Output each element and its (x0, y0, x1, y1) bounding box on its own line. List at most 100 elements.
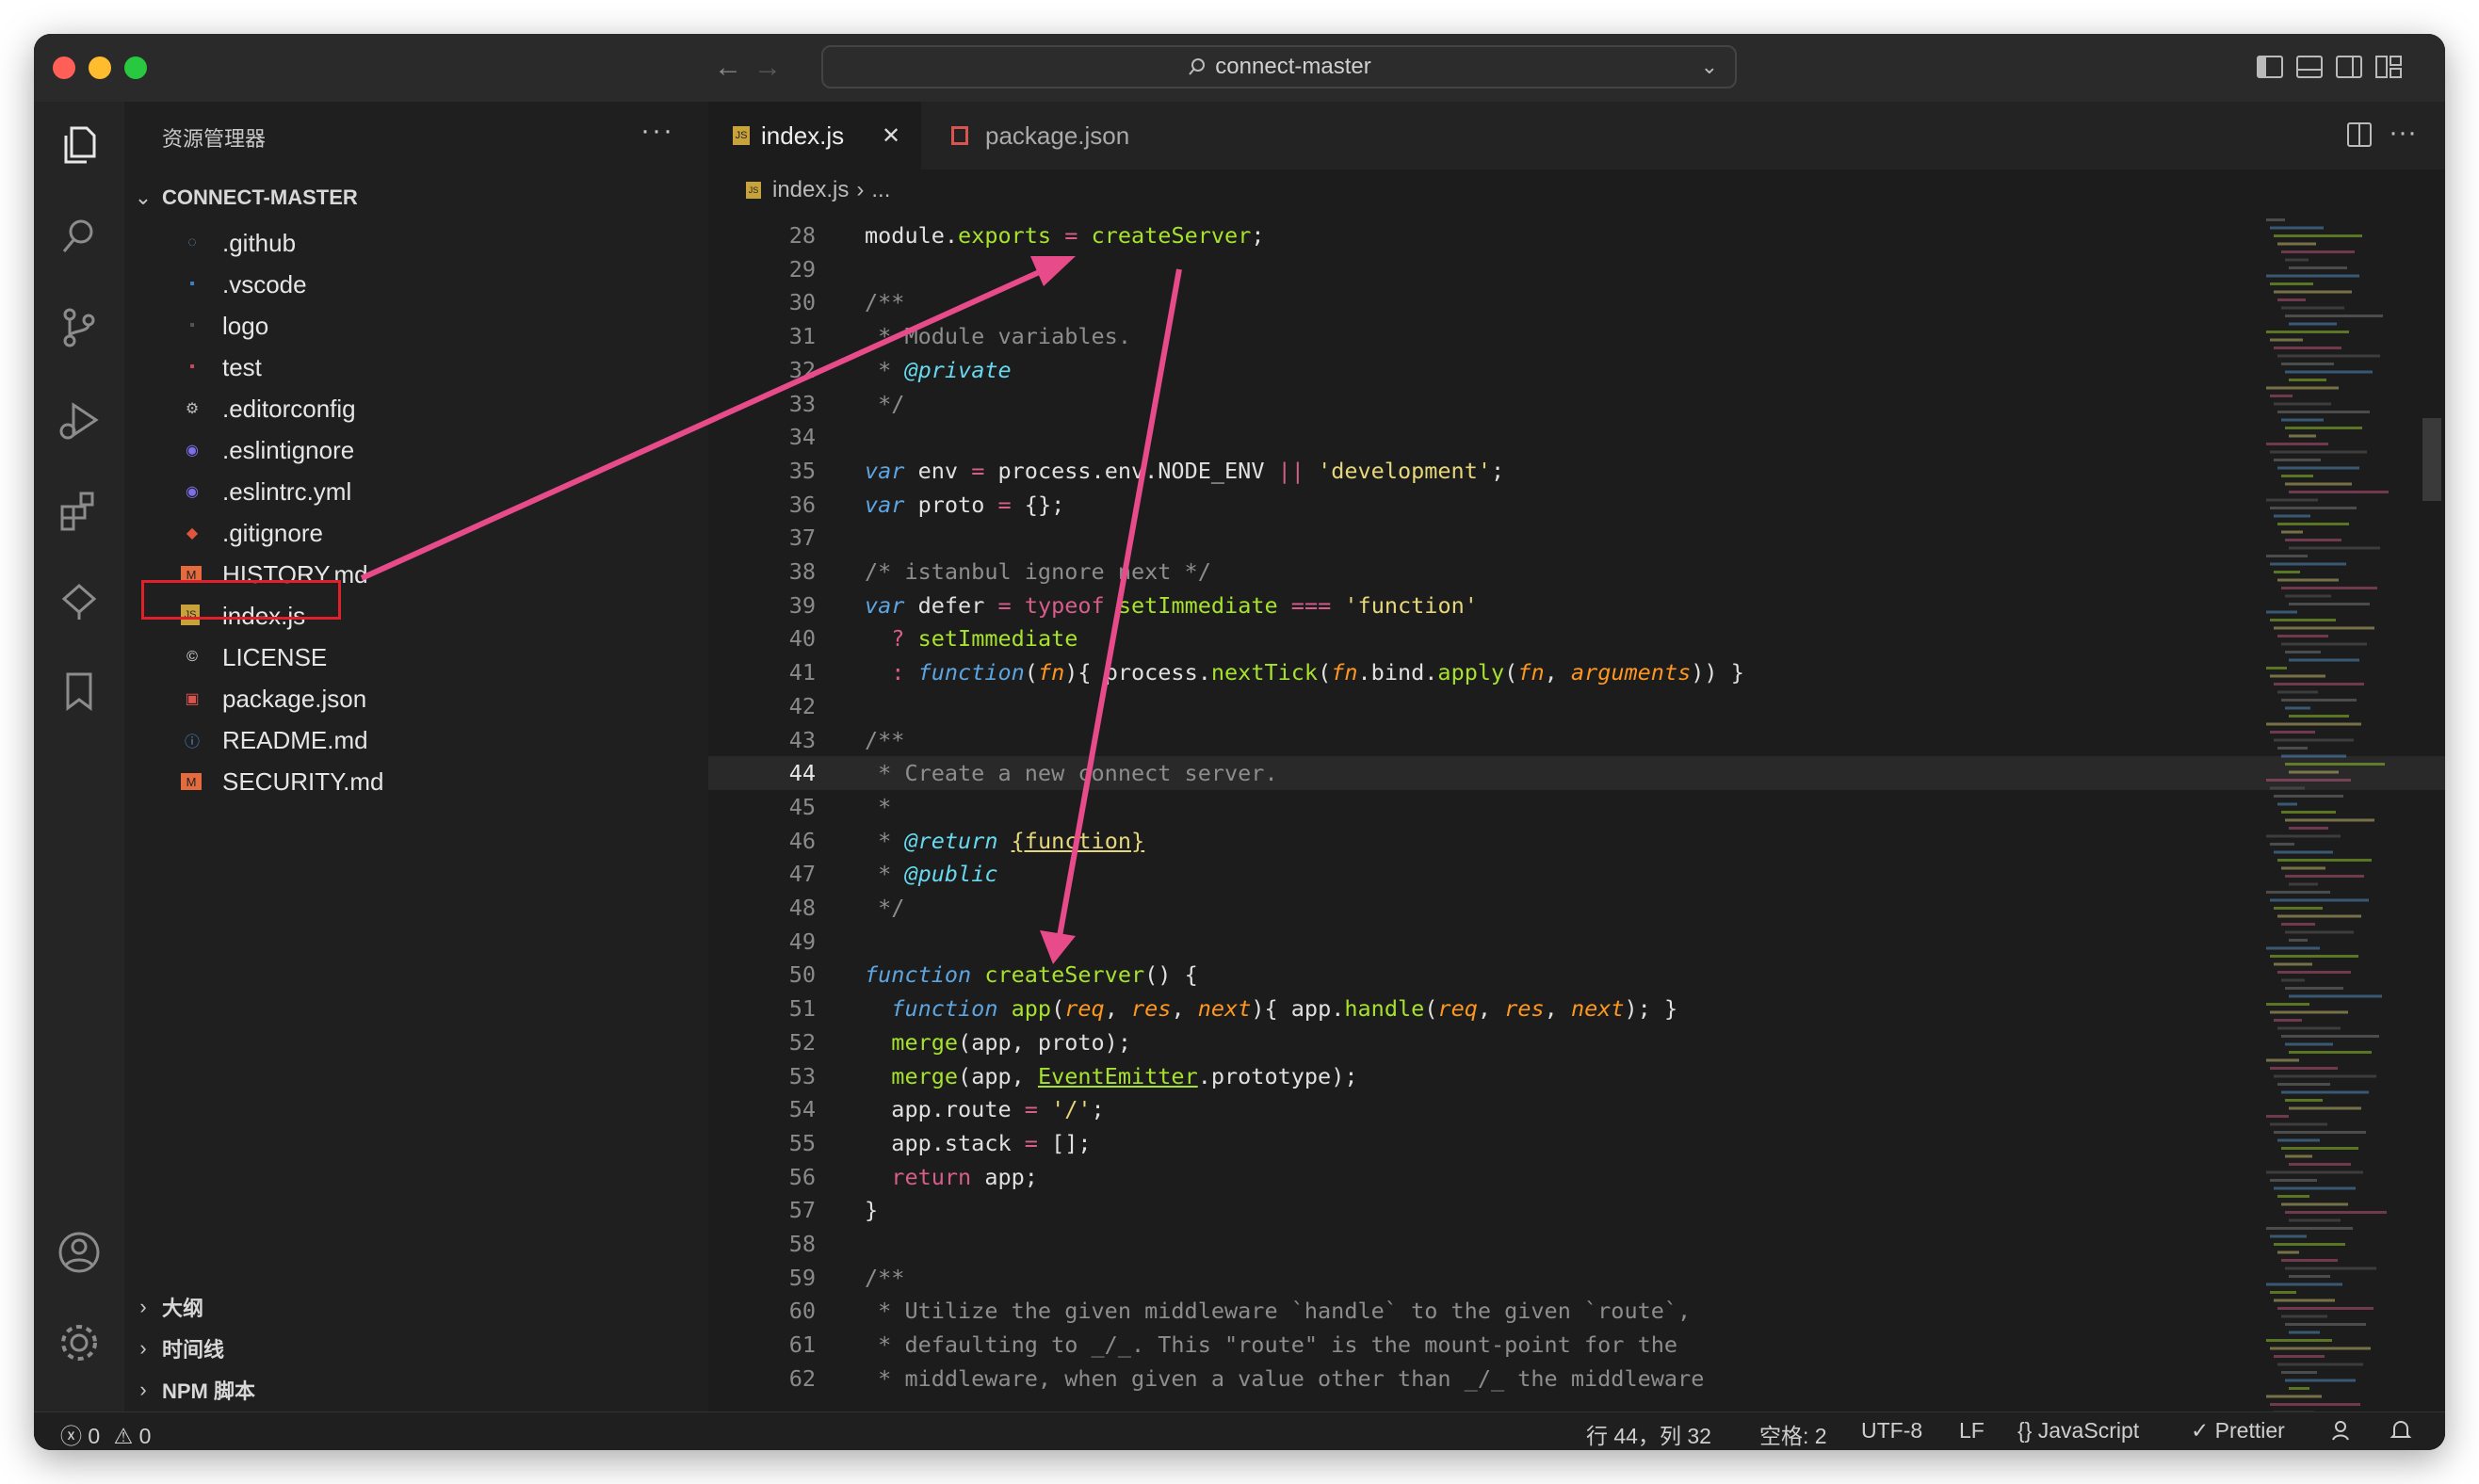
file-item[interactable]: ▪ logo (124, 305, 708, 347)
file-label: .vscode (222, 269, 307, 298)
code-line[interactable]: 62 * middleware, when given a value othe… (708, 1362, 2445, 1395)
code-line[interactable]: 58 (708, 1227, 2445, 1261)
back-arrow-icon[interactable]: ← (714, 51, 742, 85)
close-window-button[interactable] (53, 56, 75, 79)
code-line[interactable]: 39 var defer = typeof setImmediate === 'f… (708, 589, 2445, 622)
split-editor-icon[interactable] (2345, 121, 2374, 149)
remote-explorer-icon[interactable] (55, 576, 104, 625)
chevron-right-icon: › (139, 1336, 147, 1360)
maximize-window-button[interactable] (124, 56, 147, 79)
indentation[interactable]: 空格: 2 (1759, 1418, 1827, 1450)
encoding[interactable]: UTF-8 (1861, 1418, 1922, 1444)
code-line[interactable]: 41 : function(fn){ process.nextTick(fn.b… (708, 655, 2445, 689)
breadcrumb-file[interactable]: index.js (772, 177, 849, 203)
search-icon[interactable] (55, 213, 104, 262)
code-editor[interactable]: 28 module.exports = createServer; 29 30/** 3… (708, 218, 2445, 1412)
code-line[interactable]: 48 */ (708, 891, 2445, 925)
code-line[interactable]: 31 * Module variables. (708, 319, 2445, 353)
code-line[interactable]: 36 var proto = {}; (708, 488, 2445, 522)
code-line[interactable]: 54 app.route = '/'; (708, 1092, 2445, 1126)
more-actions-button[interactable]: ··· (640, 115, 674, 147)
toggle-panel-icon[interactable] (2294, 53, 2325, 81)
file-item[interactable]: ⚙ .editorconfig (124, 388, 708, 429)
file-item[interactable]: ◌ .github (124, 222, 708, 264)
section-timeline[interactable]: › 时间线 (124, 1330, 708, 1367)
file-item[interactable]: ▪ test (124, 347, 708, 388)
code-text: merge(app, proto); (891, 1028, 1131, 1056)
section-outline[interactable]: › 大纲 (124, 1288, 708, 1326)
extensions-icon[interactable] (55, 486, 104, 535)
file-item[interactable]: M SECURITY.md (124, 761, 708, 802)
account-icon[interactable] (55, 1228, 104, 1277)
run-debug-icon[interactable] (55, 395, 104, 444)
bell-icon[interactable] (2389, 1418, 2413, 1443)
code-line[interactable]: 61 * defaulting to _/_. This "route" is … (708, 1328, 2445, 1362)
source-control-icon[interactable] (55, 303, 104, 352)
section-npm-scripts[interactable]: › NPM 脚本 (124, 1371, 708, 1409)
editor-scrollbar[interactable] (2419, 218, 2445, 1412)
chevron-down-icon[interactable]: ⌄ (1701, 55, 1718, 79)
folder-root[interactable]: ⌄ CONNECT-MASTER (124, 179, 708, 217)
file-item[interactable]: ◉ .eslintrc.yml (124, 471, 708, 512)
code-line[interactable]: 57} (708, 1193, 2445, 1227)
scrollbar-thumb[interactable] (2422, 418, 2441, 501)
code-line[interactable]: 28 module.exports = createServer; (708, 218, 2445, 252)
code-line[interactable]: 35 var env = process.env.NODE_ENV || 'dev… (708, 454, 2445, 488)
line-number: 29 (788, 255, 816, 282)
code-line[interactable]: 60 * Utilize the given middleware `handl… (708, 1294, 2445, 1328)
code-line[interactable]: 47 * @public (708, 857, 2445, 891)
code-line[interactable]: 46 * @return {function} (708, 824, 2445, 858)
file-item[interactable]: ◉ .eslintignore (124, 429, 708, 471)
code-line[interactable]: 33 */ (708, 387, 2445, 421)
prettier-status[interactable]: ✓ Prettier (2191, 1418, 2285, 1444)
bookmarks-icon[interactable] (55, 667, 104, 716)
code-line[interactable]: 51 function app(req, res, next){ app.han… (708, 992, 2445, 1025)
code-line[interactable]: 37 (708, 521, 2445, 555)
file-item[interactable]: © LICENSE (124, 637, 708, 678)
code-line[interactable]: 34 (708, 420, 2445, 454)
problems-indicator[interactable]: ⓧ 0 ⚠ 0 (60, 1418, 151, 1450)
code-line[interactable]: 50 function createServer() { (708, 958, 2445, 992)
code-line[interactable]: 29 (708, 252, 2445, 286)
code-line[interactable]: 59 /** (708, 1261, 2445, 1295)
tab-index-js[interactable]: JS index.js ✕ (708, 102, 921, 169)
code-line[interactable]: 43 /** (708, 723, 2445, 757)
line-number: 50 (788, 961, 816, 989)
command-center[interactable]: connect-master ⌄ (821, 45, 1737, 89)
customize-layout-icon[interactable] (2374, 53, 2404, 81)
code-line[interactable]: 40 ? setImmediate (708, 621, 2445, 655)
code-line[interactable]: 52 merge(app, proto); (708, 1025, 2445, 1059)
minimap-line (2266, 667, 2287, 669)
end-of-line[interactable]: LF (1959, 1418, 1985, 1444)
minimap[interactable] (2266, 218, 2389, 1412)
minimap-line (2289, 379, 2326, 381)
file-item[interactable]: ▪ .vscode (124, 264, 708, 305)
tab-package-json[interactable]: package.json (927, 102, 1183, 169)
file-item[interactable]: ⓘ README.md (124, 719, 708, 761)
code-line[interactable]: 44 * Create a new connect server. (708, 756, 2445, 791)
more-actions-button[interactable]: ··· (2389, 117, 2417, 149)
feedback-icon[interactable] (2330, 1418, 2355, 1443)
cursor-position[interactable]: 行 44，列 32 (1586, 1418, 1711, 1450)
file-item[interactable]: ◆ .gitignore (124, 512, 708, 554)
code-line[interactable]: 45 * (708, 790, 2445, 824)
code-line[interactable]: 30 /** (708, 285, 2445, 319)
explorer-icon[interactable] (55, 121, 104, 169)
code-line[interactable]: 49 (708, 925, 2445, 959)
toggle-secondary-sidebar-icon[interactable] (2334, 53, 2364, 81)
language-mode[interactable]: {} JavaScript (2017, 1418, 2139, 1444)
toggle-primary-sidebar-icon[interactable] (2255, 53, 2285, 81)
breadcrumb-rest[interactable]: ... (871, 177, 890, 203)
minimap-line (2270, 395, 2293, 397)
code-line[interactable]: 42 (708, 689, 2445, 723)
close-icon[interactable]: ✕ (882, 122, 900, 150)
code-line[interactable]: 53 merge(app, EventEmitter.prototype); (708, 1059, 2445, 1093)
code-line[interactable]: 32 * @private (708, 353, 2445, 387)
minimize-window-button[interactable] (89, 56, 111, 79)
code-line[interactable]: 38 /* istanbul ignore next */ (708, 555, 2445, 589)
code-line[interactable]: 56 return app; (708, 1160, 2445, 1194)
gear-icon[interactable] (55, 1318, 104, 1367)
file-item[interactable]: ▣ package.json (124, 678, 708, 719)
code-line[interactable]: 55 app.stack = []; (708, 1126, 2445, 1160)
forward-arrow-icon[interactable]: → (753, 51, 782, 85)
